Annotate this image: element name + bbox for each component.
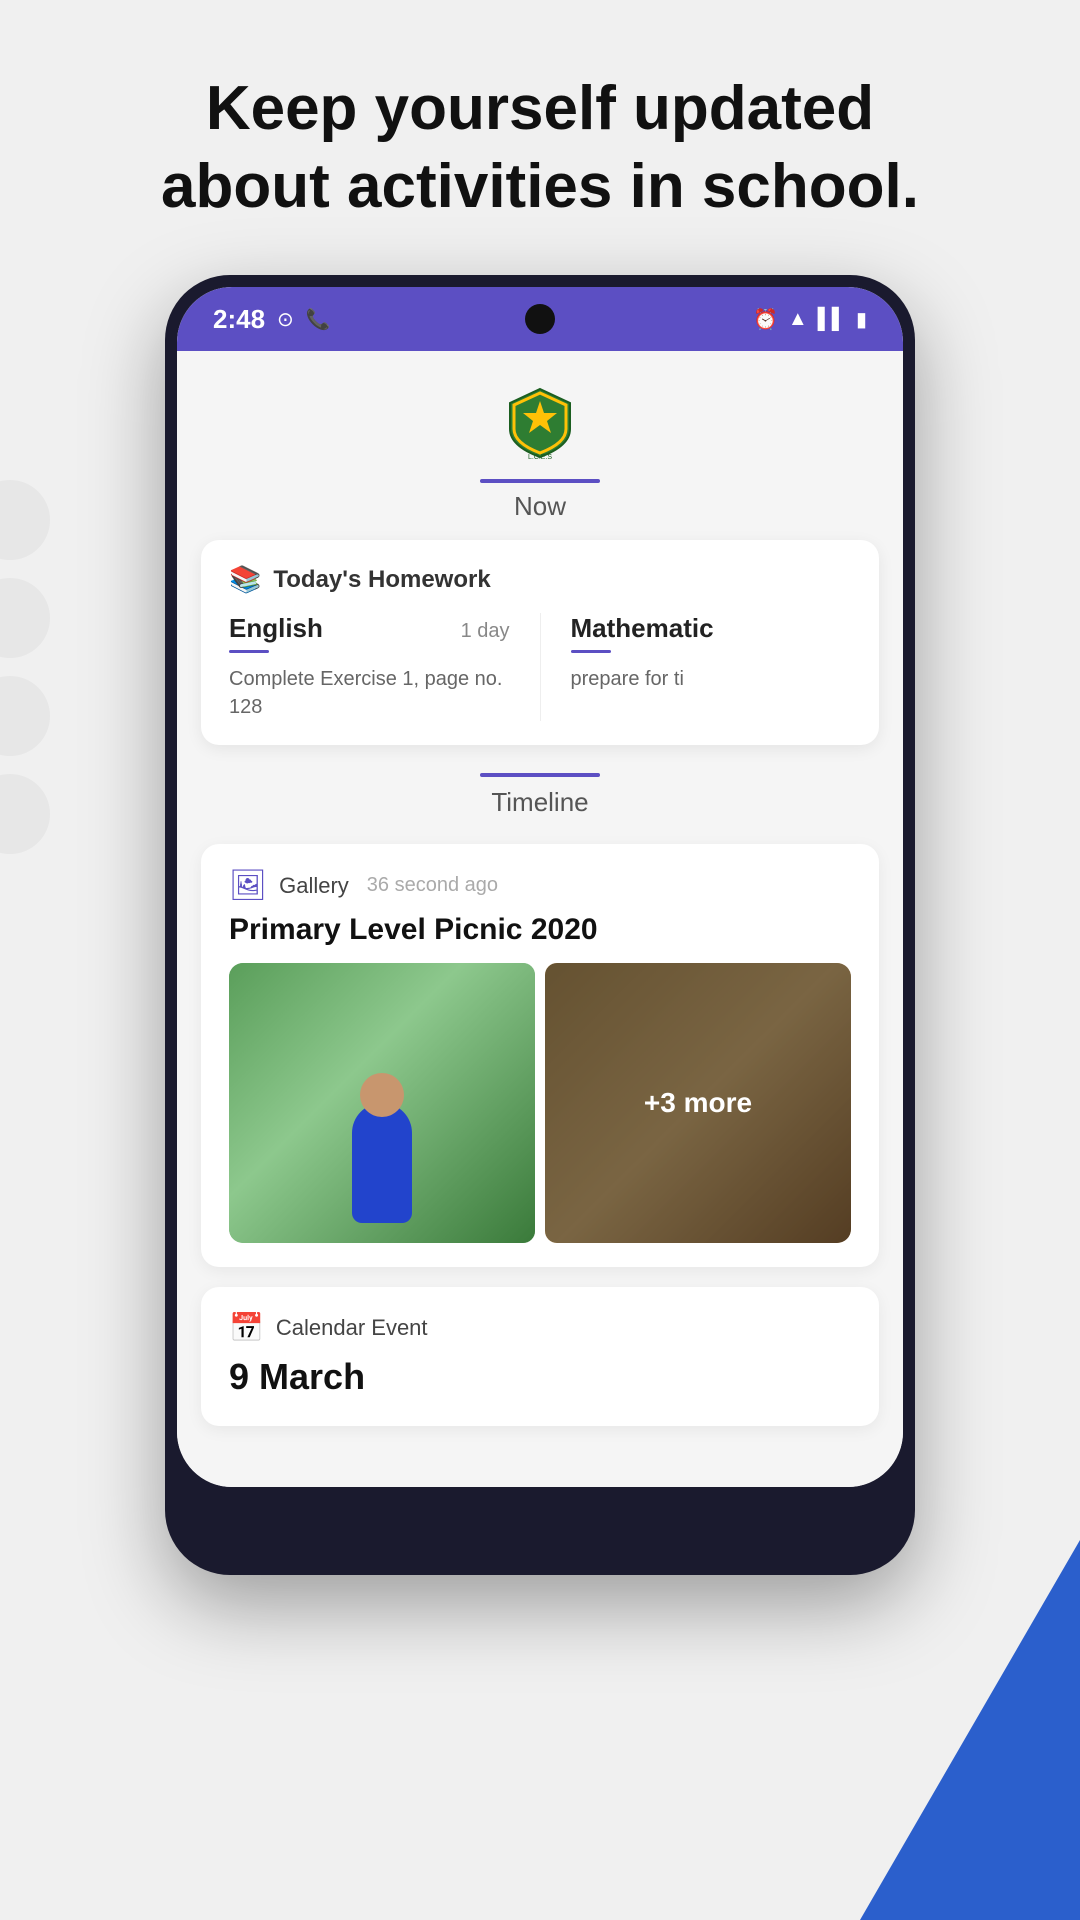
calendar-event-card: 📅 Calendar Event 9 March xyxy=(201,1287,879,1426)
now-tab-indicator xyxy=(480,479,600,483)
gallery-type: Gallery xyxy=(279,873,349,899)
now-tab-label: Now xyxy=(514,491,566,522)
subject-divider xyxy=(540,613,541,721)
whatsapp-icon: 📞 xyxy=(306,307,331,332)
calendar-type: Calendar Event xyxy=(276,1315,428,1341)
homework-title: Today's Homework xyxy=(273,566,490,594)
background-circles xyxy=(0,480,50,854)
status-right-icons: ⏰ ▲ ▌▌ ▮ xyxy=(753,307,867,332)
svg-text:L.C.E.S: L.C.E.S xyxy=(528,454,552,461)
alarm-icon: ⏰ xyxy=(753,307,778,332)
calendar-date: 9 March xyxy=(229,1356,851,1398)
english-due: 1 day xyxy=(461,620,510,643)
timeline-tab[interactable]: Timeline xyxy=(480,773,600,818)
header-line1: Keep yourself updated xyxy=(206,74,874,143)
gallery-icon: 🖼 xyxy=(229,868,267,903)
photo-right[interactable]: +3 more xyxy=(545,963,851,1243)
timeline-section: Timeline 🖼 Gallery 36 second ago Primary… xyxy=(177,763,903,1436)
gallery-time: 36 second ago xyxy=(367,874,498,897)
app-content: L.C.E.S Now 📚 Today's Homework En xyxy=(177,351,903,1487)
subject-math: Mathematic prepare for ti xyxy=(571,613,852,721)
gallery-event-card: 🖼 Gallery 36 second ago Primary Level Pi… xyxy=(201,844,879,1267)
homework-icon: 📚 xyxy=(229,564,261,595)
math-header: Mathematic xyxy=(571,613,852,644)
school-logo: L.C.E.S xyxy=(500,381,580,461)
wifi-icon: ▲ xyxy=(788,308,808,331)
spotify-icon: ⊙ xyxy=(277,307,294,332)
phone-screen: 2:48 ⊙ 📞 ⏰ ▲ ▌▌ ▮ xyxy=(177,287,903,1487)
status-time: 2:48 xyxy=(213,304,265,335)
background-triangle xyxy=(860,1540,1080,1920)
english-desc: Complete Exercise 1, page no. 128 xyxy=(229,668,503,718)
status-bar: 2:48 ⊙ 📞 ⏰ ▲ ▌▌ ▮ xyxy=(177,287,903,351)
more-count-label: +3 more xyxy=(644,1087,752,1119)
homework-card: 📚 Today's Homework English 1 day Complet… xyxy=(201,540,879,745)
more-overlay: +3 more xyxy=(545,963,851,1243)
gallery-title: Primary Level Picnic 2020 xyxy=(229,913,851,947)
battery-icon: ▮ xyxy=(856,307,867,332)
subjects-row: English 1 day Complete Exercise 1, page … xyxy=(229,613,851,721)
english-name: English xyxy=(229,613,323,644)
calendar-icon: 📅 xyxy=(229,1311,264,1344)
timeline-tab-indicator xyxy=(480,773,600,777)
photo-grid: +3 more xyxy=(229,963,851,1243)
camera-notch xyxy=(525,304,555,334)
card-header: 📚 Today's Homework xyxy=(229,564,851,595)
math-desc: prepare for ti xyxy=(571,668,684,690)
status-left: 2:48 ⊙ 📞 xyxy=(213,304,331,335)
english-underline xyxy=(229,650,269,653)
timeline-tab-label: Timeline xyxy=(491,787,588,818)
photo-figure xyxy=(352,1103,412,1223)
photo-left[interactable] xyxy=(229,963,535,1243)
logo-area: L.C.E.S xyxy=(500,351,580,471)
english-header: English 1 day xyxy=(229,613,510,644)
gallery-header: 🖼 Gallery 36 second ago xyxy=(229,868,851,903)
math-underline xyxy=(571,650,611,653)
math-name: Mathematic xyxy=(571,613,714,644)
signal-icon: ▌▌ xyxy=(818,308,846,331)
phone-mockup: 2:48 ⊙ 📞 ⏰ ▲ ▌▌ ▮ xyxy=(165,275,915,1575)
now-tab[interactable]: Now xyxy=(480,479,600,522)
header-text: Keep yourself updated about activities i… xyxy=(100,70,980,225)
subject-english: English 1 day Complete Exercise 1, page … xyxy=(229,613,510,721)
header-line2: about activities in school. xyxy=(161,152,919,221)
calendar-header: 📅 Calendar Event xyxy=(229,1311,851,1344)
